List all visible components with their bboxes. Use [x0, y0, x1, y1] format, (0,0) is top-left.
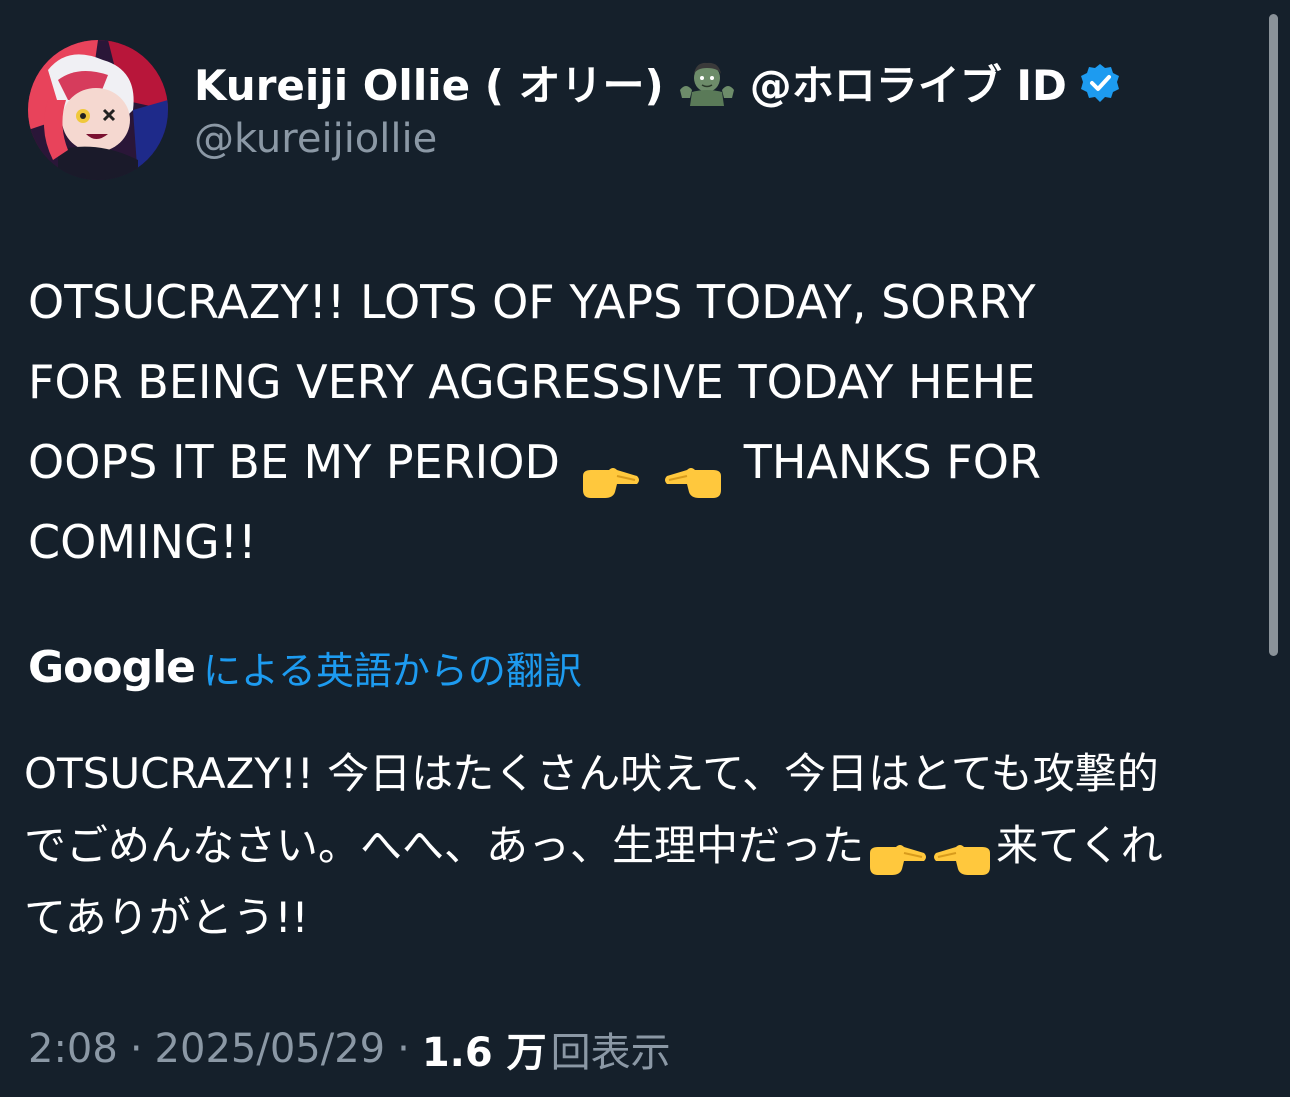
tweet-date[interactable]: 2025/05/29 [155, 1026, 386, 1072]
tweet-time[interactable]: 2:08 [28, 1026, 118, 1072]
tweet-line-3-after: THANKS FOR [743, 435, 1041, 489]
tweet-line-4: COMING!! [28, 515, 257, 569]
avatar[interactable] [28, 40, 168, 180]
display-name-affiliation[interactable]: @ホロライブ ID [750, 52, 1067, 113]
tweet-line-3-text: OOPS IT BE MY PERIOD [28, 435, 560, 489]
translation-label-link[interactable]: による英語からの翻訳 [203, 640, 582, 695]
translated-line-3: てありがとう!! [24, 893, 309, 942]
zombie-woman-emoji-icon [678, 60, 736, 106]
tweet-line-1: OTSUCRAZY!! LOTS OF YAPS TODAY, SORRY [28, 275, 1036, 329]
translated-body: OTSUCRAZY!! 今日はたくさん吠えて、今日はとても攻撃的 でごめんなさい… [24, 738, 1264, 954]
verified-badge-icon[interactable] [1079, 62, 1121, 104]
backhand-index-pointing-right-icon [579, 446, 641, 498]
tweet-line-3: OOPS IT BE MY PERIOD THANKS FOR [28, 422, 1188, 502]
scrollbar[interactable] [1269, 14, 1278, 656]
meta-separator: · [397, 1026, 410, 1072]
views-count[interactable]: 1.6 万 [422, 1020, 547, 1078]
google-logo: Google [28, 642, 196, 693]
translated-line-2-text: でごめんなさい。へへ、あっ、生理中だった [24, 821, 865, 870]
translated-line-2: でごめんなさい。へへ、あっ、生理中だった 来てくれ [24, 810, 1264, 882]
backhand-index-pointing-right-icon [866, 829, 928, 875]
tweet-meta: 2:08 · 2025/05/29 · 1.6 万 回表示 [28, 1020, 671, 1078]
translated-line-1: OTSUCRAZY!! 今日はたくさん吠えて、今日はとても攻撃的 [24, 749, 1159, 798]
user-handle[interactable]: @kureijiollie [194, 116, 437, 162]
display-name[interactable]: Kureiji Ollie ( オリー) @ホロライブ ID [194, 52, 1121, 113]
translated-line-2-after: 来てくれ [996, 821, 1163, 870]
tweet-header: Kureiji Ollie ( オリー) @ホロライブ ID @kureijio… [28, 40, 1228, 180]
meta-separator: · [129, 1026, 143, 1072]
translation-attribution[interactable]: Google による英語からの翻訳 [28, 640, 582, 695]
tweet-line-2: FOR BEING VERY AGGRESSIVE TODAY HEHE [28, 355, 1036, 409]
tweet-body: OTSUCRAZY!! LOTS OF YAPS TODAY, SORRY FO… [28, 262, 1188, 582]
backhand-index-pointing-left-icon [932, 829, 994, 875]
backhand-index-pointing-left-icon [663, 446, 725, 498]
display-name-text[interactable]: Kureiji Ollie ( オリー) [194, 52, 664, 113]
views-label: 回表示 [550, 1030, 671, 1076]
